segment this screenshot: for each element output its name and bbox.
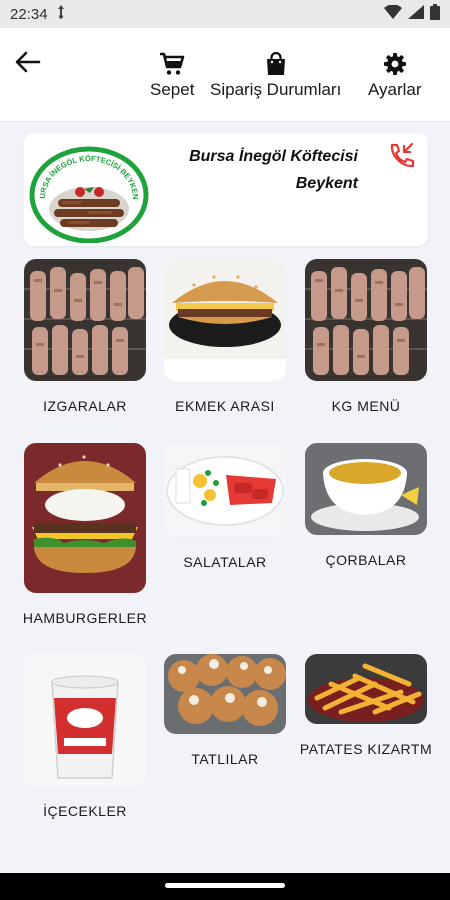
- home-indicator[interactable]: [165, 883, 285, 888]
- order-status-label: Sipariş Durumları: [210, 80, 342, 99]
- category-tatlilar[interactable]: TATLILAR: [164, 654, 300, 771]
- category-label: EKMEK ARASI: [175, 398, 275, 414]
- category-label: PATATES KIZARTM: [299, 741, 433, 757]
- shopping-bag-icon: [266, 52, 285, 75]
- restaurant-logo: BURSA İNEGÖL KÖFTECİSİ BEYKENT: [25, 138, 150, 244]
- order-status-button[interactable]: Sipariş Durumları: [210, 52, 341, 100]
- battery-icon: [430, 4, 440, 24]
- status-time: 22:34: [10, 5, 48, 23]
- call-button[interactable]: [386, 141, 416, 171]
- category-patates-kizartma[interactable]: PATATES KIZARTM: [300, 654, 441, 761]
- status-bar: 22:34: [0, 0, 450, 28]
- category-label: IZGARALAR: [43, 398, 127, 414]
- settings-label: Ayarlar: [368, 80, 422, 99]
- cart-icon: [160, 52, 185, 75]
- category-corbalar[interactable]: ÇORBALAR: [305, 443, 441, 572]
- category-ekmek-arasi[interactable]: EKMEK ARASI: [164, 259, 300, 418]
- cart-button[interactable]: Sepet: [150, 52, 194, 100]
- category-label: ÇORBALAR: [325, 552, 407, 568]
- usb-icon: [56, 5, 66, 23]
- app-bar: Sepet Sipariş Durumları Ayarlar: [0, 28, 450, 122]
- phone-callback-icon: [390, 142, 415, 168]
- restaurant-name-line2: Beykent: [295, 175, 358, 192]
- arrow-left-icon: [15, 51, 41, 73]
- category-label: TATLILAR: [191, 751, 259, 767]
- category-izgaralar[interactable]: IZGARALAR: [24, 259, 160, 418]
- restaurant-name: Bursa İnegöl Köftecisi Beykent: [189, 143, 358, 197]
- restaurant-card: BURSA İNEGÖL KÖFTECİSİ BEYKENT Bursa İne…: [24, 133, 428, 246]
- category-label: HAMBURGERLER: [22, 610, 148, 626]
- category-image: [24, 654, 146, 786]
- category-kg-menu[interactable]: KG MENÜ: [305, 259, 441, 418]
- category-salatalar[interactable]: SALATALAR: [164, 443, 300, 574]
- category-image: [164, 259, 286, 381]
- category-label: SALATALAR: [183, 554, 267, 570]
- category-label: İÇECEKLER: [43, 803, 127, 819]
- category-image: [305, 259, 427, 381]
- back-button[interactable]: [12, 46, 44, 78]
- gear-icon: [383, 53, 406, 75]
- restaurant-name-line1: Bursa İnegöl Köftecisi: [189, 148, 358, 165]
- category-hamburgerler[interactable]: HAMBURGERLER: [23, 443, 160, 630]
- cart-label: Sepet: [150, 80, 195, 99]
- settings-button[interactable]: Ayarlar: [368, 52, 422, 100]
- category-icecekler[interactable]: İÇECEKLER: [24, 654, 160, 823]
- category-image: [305, 443, 427, 535]
- category-image: [164, 654, 286, 734]
- category-image: [305, 654, 427, 724]
- category-image: [24, 443, 146, 593]
- signal-icon: [408, 5, 424, 23]
- category-image: [24, 259, 146, 381]
- category-image: [164, 443, 286, 537]
- category-label: KG MENÜ: [331, 398, 401, 414]
- wifi-icon: [384, 4, 402, 23]
